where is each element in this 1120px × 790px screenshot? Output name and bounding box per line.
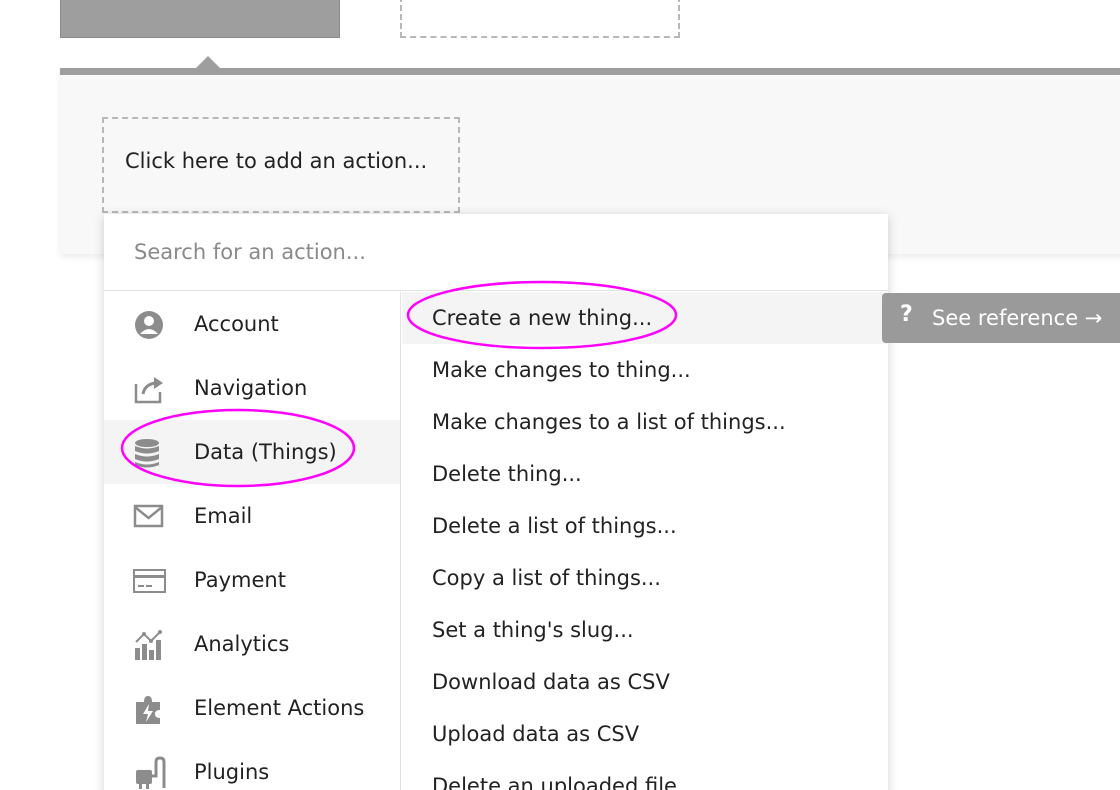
- action-make-changes-to-thing[interactable]: Make changes to thing...: [402, 344, 888, 396]
- navigation-icon: [134, 377, 163, 404]
- action-download-csv[interactable]: Download data as CSV: [402, 656, 888, 708]
- help-icon: ?: [900, 302, 913, 327]
- see-reference-label: See reference →: [932, 306, 1103, 330]
- action-picker-dropdown: Account Navigation Data (Things): [104, 214, 888, 790]
- category-analytics[interactable]: Analytics: [104, 612, 400, 676]
- workflow-event-block[interactable]: [60, 0, 340, 38]
- action-make-changes-to-list[interactable]: Make changes to a list of things...: [402, 396, 888, 448]
- category-navigation[interactable]: Navigation: [104, 356, 400, 420]
- category-label: Plugins: [194, 760, 270, 784]
- action-delete-uploaded-file[interactable]: Delete an uploaded file: [402, 760, 888, 790]
- action-list: Create a new thing... Make changes to th…: [402, 292, 888, 790]
- add-event-placeholder[interactable]: [400, 0, 680, 38]
- category-email[interactable]: Email: [104, 484, 400, 548]
- category-label: Data (Things): [194, 440, 337, 464]
- action-delete-list-of-things[interactable]: Delete a list of things...: [402, 500, 888, 552]
- category-data-things[interactable]: Data (Things): [104, 420, 400, 484]
- action-search-input[interactable]: [104, 214, 888, 291]
- email-icon: [133, 504, 164, 528]
- action-copy-list-of-things[interactable]: Copy a list of things...: [402, 552, 888, 604]
- category-label: Email: [194, 504, 253, 528]
- category-label: Account: [194, 312, 279, 336]
- category-payment[interactable]: Payment: [104, 548, 400, 612]
- category-label: Navigation: [194, 376, 308, 400]
- element-actions-icon: [136, 696, 160, 724]
- action-category-list: Account Navigation Data (Things) Email P…: [104, 292, 401, 790]
- action-delete-thing[interactable]: Delete thing...: [402, 448, 888, 500]
- category-label: Element Actions: [194, 696, 365, 720]
- database-icon: [135, 439, 159, 468]
- category-label: Analytics: [194, 632, 290, 656]
- action-create-new-thing[interactable]: Create a new thing...: [402, 292, 888, 344]
- category-label: Payment: [194, 568, 286, 592]
- action-upload-csv[interactable]: Upload data as CSV: [402, 708, 888, 760]
- account-icon: [135, 311, 163, 339]
- analytics-icon: [135, 630, 162, 660]
- action-set-thing-slug[interactable]: Set a thing's slug...: [402, 604, 888, 656]
- plugins-icon: [136, 756, 166, 789]
- category-plugins[interactable]: Plugins: [104, 740, 400, 790]
- panel-pointer: [196, 56, 220, 68]
- category-account[interactable]: Account: [104, 292, 400, 356]
- add-action-button[interactable]: Click here to add an action...: [102, 117, 460, 213]
- see-reference-button[interactable]: ? See reference →: [882, 293, 1120, 343]
- category-element-actions[interactable]: Element Actions: [104, 676, 400, 740]
- payment-icon: [133, 569, 166, 593]
